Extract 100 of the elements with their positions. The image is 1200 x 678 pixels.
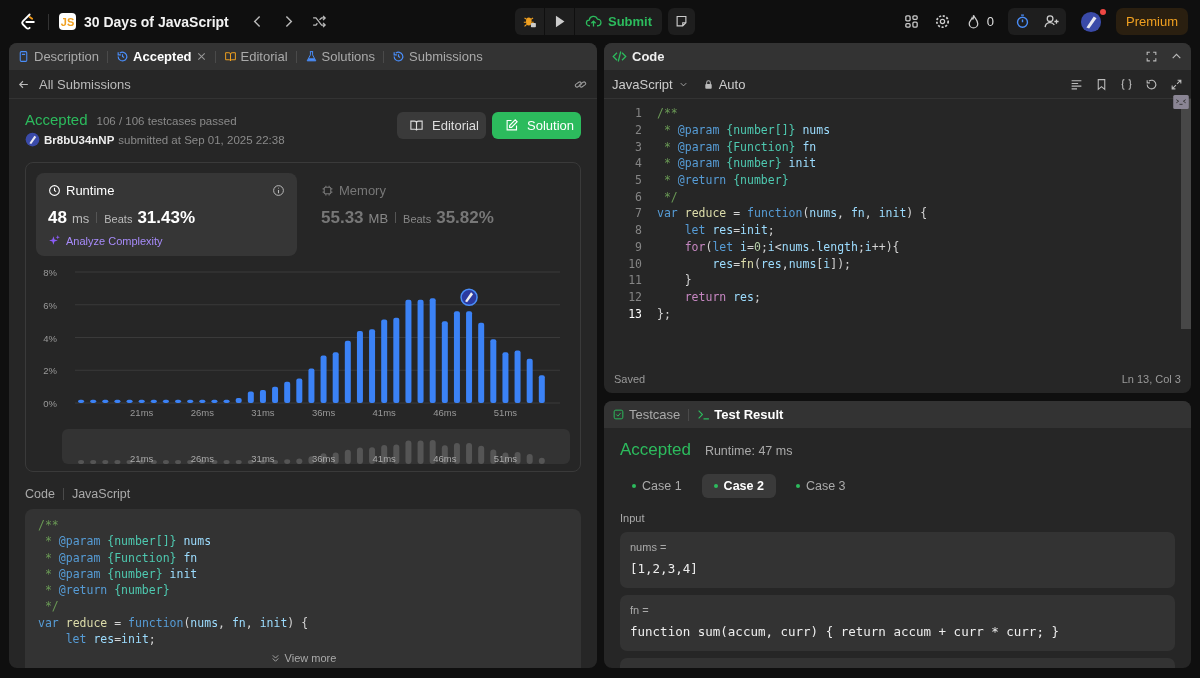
bar[interactable] xyxy=(441,321,448,403)
bar[interactable] xyxy=(187,399,194,403)
stat-value: 48 xyxy=(48,208,67,228)
bar[interactable] xyxy=(223,399,230,403)
premium-button[interactable]: Premium xyxy=(1116,8,1188,35)
bar[interactable] xyxy=(320,355,327,403)
bar[interactable] xyxy=(308,368,315,403)
panel-tab[interactable]: Accepted xyxy=(116,49,207,64)
add-user-icon[interactable] xyxy=(1043,13,1060,30)
format-icon[interactable] xyxy=(1070,77,1083,91)
reset-icon[interactable] xyxy=(1145,77,1158,91)
stat-card[interactable]: Runtime 48 ms Beats 31.43% Analyze Complexity xyxy=(36,173,297,256)
bar[interactable] xyxy=(259,389,266,403)
case-tab[interactable]: Case 1 xyxy=(620,474,694,498)
braces-icon[interactable] xyxy=(1120,77,1133,91)
bar[interactable] xyxy=(514,350,521,403)
view-more-link[interactable]: View more xyxy=(269,652,337,665)
bar[interactable] xyxy=(405,299,412,403)
panel-tab[interactable]: Submissions xyxy=(392,49,483,64)
panel-tab[interactable]: Test Result xyxy=(697,407,784,422)
input-box[interactable]: fn = function sum(accum, curr) { return accum + curr * curr; } xyxy=(620,595,1175,651)
bar[interactable] xyxy=(114,399,121,403)
stat-card[interactable]: Memory 55.33 MB Beats 35.82% xyxy=(309,173,570,256)
expand-icon[interactable] xyxy=(1170,77,1183,91)
editorial-button[interactable]: Editorial xyxy=(397,112,486,139)
bar[interactable] xyxy=(538,375,545,403)
bar[interactable] xyxy=(90,399,97,403)
language-dropdown[interactable]: JavaScript xyxy=(612,76,689,92)
analyze-link[interactable]: Analyze Complexity xyxy=(66,234,163,247)
code-line: * @param {number} init xyxy=(662,156,817,171)
axis-label: 21ms xyxy=(130,453,154,464)
input-name: nums = xyxy=(630,541,668,553)
note-icon xyxy=(674,14,690,29)
overview-drawing[interactable] xyxy=(62,429,570,464)
bar[interactable] xyxy=(284,381,291,403)
bar[interactable] xyxy=(199,399,206,403)
bar[interactable] xyxy=(247,391,254,403)
panel-tab[interactable]: Testcase xyxy=(612,407,681,422)
bar[interactable] xyxy=(235,398,242,403)
line-number: 3 xyxy=(634,139,642,154)
bar[interactable] xyxy=(211,399,218,403)
bar[interactable] xyxy=(296,378,303,403)
line-number: 12 xyxy=(627,289,642,304)
input-box[interactable]: nums = [1,2,3,4] xyxy=(620,532,1175,588)
bar[interactable] xyxy=(102,399,109,403)
bar[interactable] xyxy=(393,317,400,403)
back-link[interactable]: All Submissions xyxy=(39,76,131,92)
course-title[interactable]: 30 Days of JavaScript xyxy=(84,13,229,30)
bar[interactable] xyxy=(138,399,145,403)
bar[interactable] xyxy=(466,311,473,403)
axis-label: 0% xyxy=(43,398,57,409)
close-icon[interactable] xyxy=(195,51,207,62)
bar[interactable] xyxy=(478,322,485,403)
bar[interactable] xyxy=(344,340,351,403)
bar[interactable] xyxy=(272,386,279,403)
line-number: 2 xyxy=(634,123,642,138)
logo-icon[interactable] xyxy=(18,11,38,32)
panel-tab[interactable]: Description xyxy=(17,49,100,64)
submit-button[interactable]: Submit xyxy=(575,8,663,35)
scrollbar[interactable] xyxy=(1181,99,1191,329)
bar[interactable] xyxy=(381,319,388,403)
bar[interactable] xyxy=(526,358,533,403)
bar[interactable] xyxy=(162,399,169,403)
line-number: 6 xyxy=(634,189,642,204)
bar[interactable] xyxy=(502,352,509,403)
case-tab[interactable]: Case 3 xyxy=(783,474,858,498)
shuffle-icon[interactable] xyxy=(310,13,328,30)
stat-title: Memory xyxy=(339,183,386,198)
code-line: * @param {Function} fn xyxy=(662,139,817,154)
code-line: let res=init; xyxy=(64,631,157,648)
grid-icon[interactable] xyxy=(902,13,920,30)
bar[interactable] xyxy=(356,330,363,403)
mode-toggle[interactable]: Auto xyxy=(702,76,746,92)
bookmark-icon[interactable] xyxy=(1095,77,1108,91)
streak-count[interactable]: 0 xyxy=(986,14,994,29)
fullscreen-icon[interactable] xyxy=(1145,50,1158,63)
axis-label: 41ms xyxy=(372,407,396,418)
username[interactable]: Br8bU34nNP xyxy=(44,133,115,146)
input-name: fn = xyxy=(630,604,650,616)
bar[interactable] xyxy=(78,399,85,403)
note-button[interactable] xyxy=(668,8,696,35)
bar[interactable] xyxy=(490,339,497,403)
avatar-icon[interactable] xyxy=(1080,10,1102,33)
beats-label: Beats xyxy=(104,213,133,225)
panel-tab[interactable]: Solutions xyxy=(304,49,375,64)
panel-tab[interactable]: Editorial xyxy=(223,49,288,64)
bar[interactable] xyxy=(429,298,436,403)
bar[interactable] xyxy=(453,311,460,403)
bar[interactable] xyxy=(126,399,133,403)
bar[interactable] xyxy=(150,399,157,403)
case-tab[interactable]: Case 2 xyxy=(701,474,776,498)
bar[interactable] xyxy=(332,352,339,403)
line-number: 7 xyxy=(634,206,642,221)
code-line: * @param {number[]} nums xyxy=(662,123,831,138)
bar[interactable] xyxy=(417,299,424,403)
info-icon[interactable] xyxy=(272,184,285,197)
settings-icon[interactable] xyxy=(933,13,951,30)
bar[interactable] xyxy=(369,329,376,403)
timer-icon[interactable] xyxy=(1014,13,1031,30)
bar[interactable] xyxy=(175,399,182,403)
